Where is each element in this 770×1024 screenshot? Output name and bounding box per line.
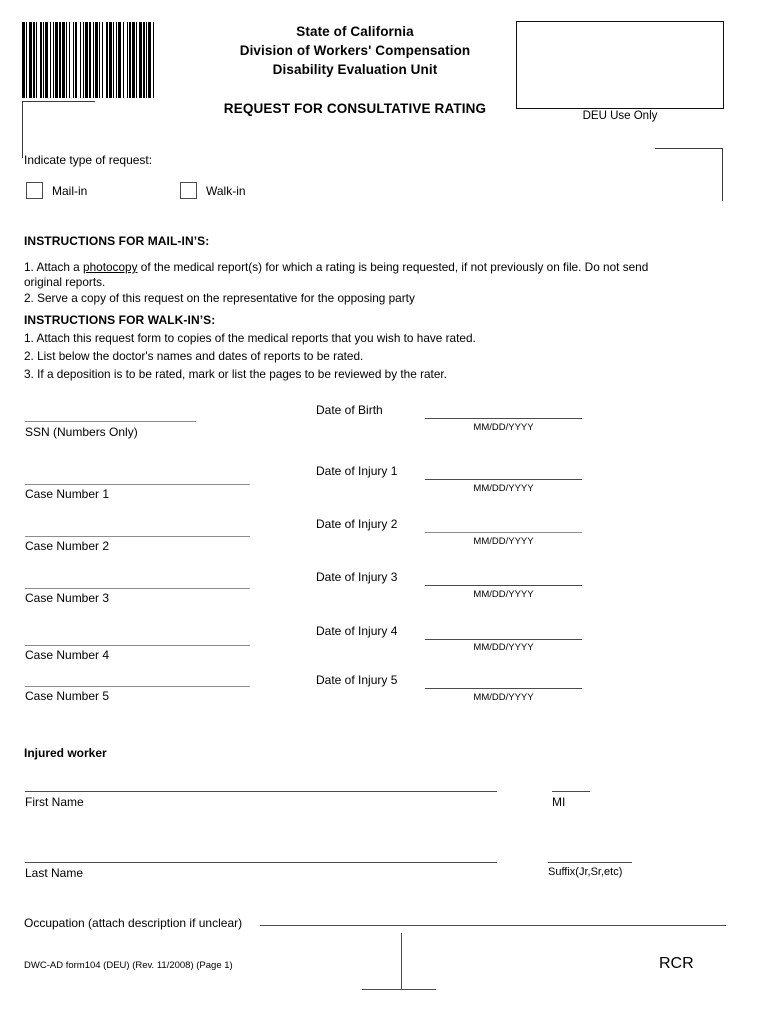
occupation-input[interactable] (260, 925, 726, 926)
suffix-input[interactable] (548, 862, 632, 863)
occupation-label: Occupation (attach description if unclea… (24, 916, 243, 930)
request-type-prompt: Indicate type of request: (24, 153, 153, 167)
case-number-3-label: Case Number 3 (25, 591, 110, 605)
form-code: RCR (659, 955, 694, 972)
instructions-mail-item-1-underlined: photocopy (83, 260, 138, 274)
agency-line-1: State of California (296, 24, 414, 39)
case-number-1-label: Case Number 1 (25, 487, 110, 501)
date-of-injury-3-label: Date of Injury 3 (316, 570, 398, 584)
first-name-label: First Name (25, 795, 84, 809)
instructions-walk-heading: INSTRUCTIONS FOR WALK-IN’S: (24, 313, 216, 327)
checkbox-walk-in-label: Walk-in (206, 184, 246, 198)
date-of-birth-hint: MM/DD/YYYY (473, 422, 534, 433)
case-number-4-input[interactable] (25, 645, 250, 646)
instructions-walk-item-1: 1. Attach this request form to copies of… (24, 331, 476, 345)
ssn-input[interactable] (25, 421, 196, 422)
page-title: REQUEST FOR CONSULTATIVE RATING (223, 101, 487, 116)
instructions-mail-item-1-pre: 1. Attach a (24, 260, 84, 274)
case-number-2-input[interactable] (25, 536, 250, 537)
deu-use-only-box[interactable] (516, 21, 724, 109)
registration-mark-top-right (655, 148, 723, 201)
checkbox-walk-in[interactable] (180, 182, 197, 199)
date-of-injury-5-hint: MM/DD/YYYY (473, 692, 534, 703)
ssn-label: SSN (Numbers Only) (25, 425, 138, 439)
date-of-injury-2-input[interactable] (425, 532, 582, 533)
checkbox-mail-in[interactable] (26, 182, 43, 199)
date-of-birth-input[interactable] (425, 418, 582, 419)
case-number-5-input[interactable] (25, 686, 250, 687)
registration-mark-bottom-vertical (401, 933, 402, 989)
date-of-injury-1-input[interactable] (425, 479, 582, 480)
instructions-mail-item-2: 2. Serve a copy of this request on the r… (24, 291, 415, 305)
date-of-birth-label: Date of Birth (316, 403, 383, 417)
case-number-5-label: Case Number 5 (25, 689, 110, 703)
date-of-injury-5-label: Date of Injury 5 (316, 673, 398, 687)
date-of-injury-1-hint: MM/DD/YYYY (473, 483, 534, 494)
case-number-1-input[interactable] (25, 484, 250, 485)
last-name-input[interactable] (25, 862, 497, 863)
form-page: State of California Division of Workers'… (0, 0, 770, 1024)
instructions-walk-item-2: 2. List below the doctor's names and dat… (24, 349, 364, 363)
first-name-input[interactable] (25, 791, 497, 792)
date-of-injury-4-hint: MM/DD/YYYY (473, 642, 534, 653)
date-of-injury-3-input[interactable] (425, 585, 582, 586)
date-of-injury-1-label: Date of Injury 1 (316, 464, 398, 478)
instructions-walk-item-3: 3. If a deposition is to be rated, mark … (24, 367, 447, 381)
agency-heading: State of California Division of Workers'… (205, 22, 505, 79)
instructions-mail-item-1: 1. Attach a photocopy of the medical rep… (24, 260, 669, 290)
registration-mark-bottom-horizontal (362, 989, 436, 990)
instructions-mail-heading: INSTRUCTIONS FOR MAIL-IN’S: (24, 234, 210, 248)
date-of-injury-2-label: Date of Injury 2 (316, 517, 398, 531)
date-of-injury-4-label: Date of Injury 4 (316, 624, 398, 638)
agency-line-3: Disability Evaluation Unit (272, 62, 438, 77)
date-of-injury-4-input[interactable] (425, 639, 582, 640)
agency-line-2: Division of Workers' Compensation (239, 43, 471, 58)
suffix-label: Suffix(Jr,Sr,etc) (548, 866, 623, 878)
date-of-injury-3-hint: MM/DD/YYYY (473, 589, 534, 600)
date-of-injury-2-hint: MM/DD/YYYY (473, 536, 534, 547)
middle-initial-input[interactable] (552, 791, 590, 792)
case-number-3-input[interactable] (25, 588, 250, 589)
last-name-label: Last Name (25, 866, 84, 880)
checkbox-mail-in-label: Mail-in (52, 184, 88, 198)
barcode-icon (22, 22, 208, 98)
case-number-2-label: Case Number 2 (25, 539, 110, 553)
deu-use-only-caption: DEU Use Only (582, 110, 658, 122)
injured-worker-heading: Injured worker (24, 746, 107, 760)
case-number-4-label: Case Number 4 (25, 648, 110, 662)
date-of-injury-5-input[interactable] (425, 688, 582, 689)
registration-mark-top-left (22, 101, 95, 158)
middle-initial-label: MI (552, 795, 566, 809)
form-number: DWC-AD form104 (DEU) (Rev. 11/2008) (Pag… (24, 960, 233, 971)
